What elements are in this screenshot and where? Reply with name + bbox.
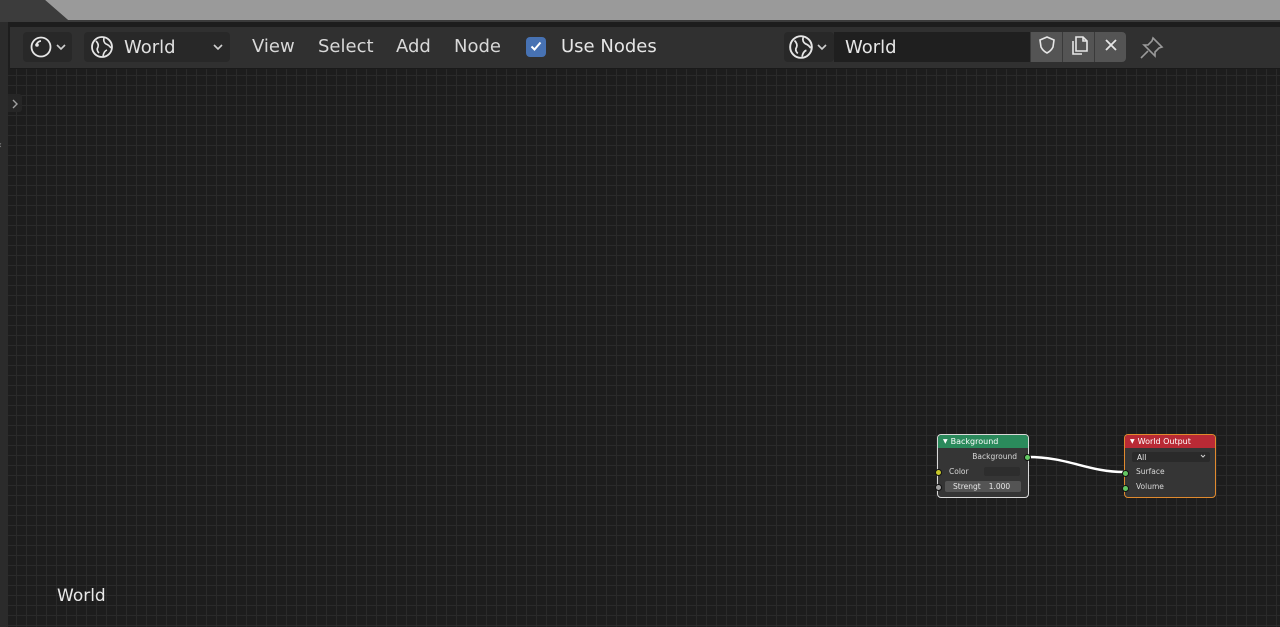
menu-view[interactable]: View — [252, 36, 295, 57]
fake-user-button[interactable] — [1030, 32, 1062, 62]
duplicate-world-button[interactable] — [1062, 32, 1094, 62]
editor-type-button[interactable] — [23, 32, 72, 62]
background-node-header[interactable]: ▼ Background — [938, 435, 1028, 448]
world-name-field[interactable]: World — [834, 32, 1030, 62]
strength-input-socket[interactable] — [935, 484, 942, 491]
context-label: World — [57, 586, 106, 606]
world-globe-icon — [90, 35, 114, 59]
background-output-label: Background — [972, 452, 1017, 461]
close-icon — [1103, 37, 1119, 57]
menu-select[interactable]: Select — [318, 36, 374, 57]
strength-label: Strengt — [953, 482, 981, 491]
left-area-edge: ‹ — [0, 22, 8, 627]
collapse-arrow-icon[interactable]: ▼ — [943, 438, 948, 445]
background-node[interactable]: ▼ Background Background Color Strengt 1.… — [935, 434, 1031, 498]
strength-field[interactable]: Strengt 1.000 — [945, 481, 1021, 492]
volume-input-label: Volume — [1136, 482, 1164, 491]
chevron-down-icon — [816, 41, 828, 53]
target-select[interactable]: All — [1132, 452, 1210, 462]
window-top-strip — [0, 0, 1280, 22]
shader-type-label: World — [124, 36, 176, 58]
node-link-background-to-surface[interactable] — [8, 69, 1280, 627]
checkmark-icon — [529, 38, 543, 57]
collapse-arrow-icon[interactable]: ▼ — [1130, 438, 1135, 445]
use-nodes-checkbox[interactable] — [526, 37, 546, 57]
node-editor-icon — [29, 35, 53, 59]
sidebar-toggle[interactable] — [8, 94, 22, 112]
chevron-down-icon — [55, 41, 67, 53]
color-input-label: Color — [949, 467, 969, 476]
browse-world-button[interactable] — [784, 32, 834, 62]
shader-type-select[interactable]: World — [84, 32, 230, 62]
node-canvas[interactable]: ▼ Background Background Color Strengt 1.… — [8, 69, 1280, 627]
surface-input-label: Surface — [1136, 467, 1165, 476]
target-select-value: All — [1137, 452, 1147, 462]
node-editor-header: World View Select Add Node Use Nodes Wor… — [10, 27, 1280, 69]
shield-icon — [1037, 35, 1057, 59]
world-globe-icon — [788, 34, 814, 60]
world-output-node-header[interactable]: ▼ World Output — [1125, 435, 1215, 448]
color-input-swatch[interactable] — [984, 467, 1020, 476]
area-resize-handle[interactable]: ‹ — [0, 140, 4, 154]
area-divider — [45, 0, 1280, 20]
background-node-title: Background — [950, 437, 999, 446]
unlink-world-button[interactable] — [1094, 32, 1126, 62]
menu-add[interactable]: Add — [396, 36, 431, 57]
chevron-down-icon — [212, 41, 224, 53]
use-nodes-label[interactable]: Use Nodes — [561, 36, 657, 57]
duplicate-icon — [1068, 34, 1090, 60]
volume-input-socket[interactable] — [1122, 485, 1129, 492]
menu-node[interactable]: Node — [454, 36, 501, 57]
strength-value: 1.000 — [988, 482, 1011, 491]
chevron-right-icon — [11, 94, 19, 113]
chevron-down-icon — [1200, 452, 1206, 462]
surface-input-socket[interactable] — [1122, 470, 1129, 477]
world-output-node[interactable]: ▼ World Output All Surface Volume — [1122, 434, 1216, 498]
world-output-node-title: World Output — [1137, 437, 1191, 446]
pin-icon[interactable] — [1138, 36, 1164, 64]
background-output-socket[interactable] — [1024, 454, 1031, 461]
color-input-socket[interactable] — [935, 469, 942, 476]
